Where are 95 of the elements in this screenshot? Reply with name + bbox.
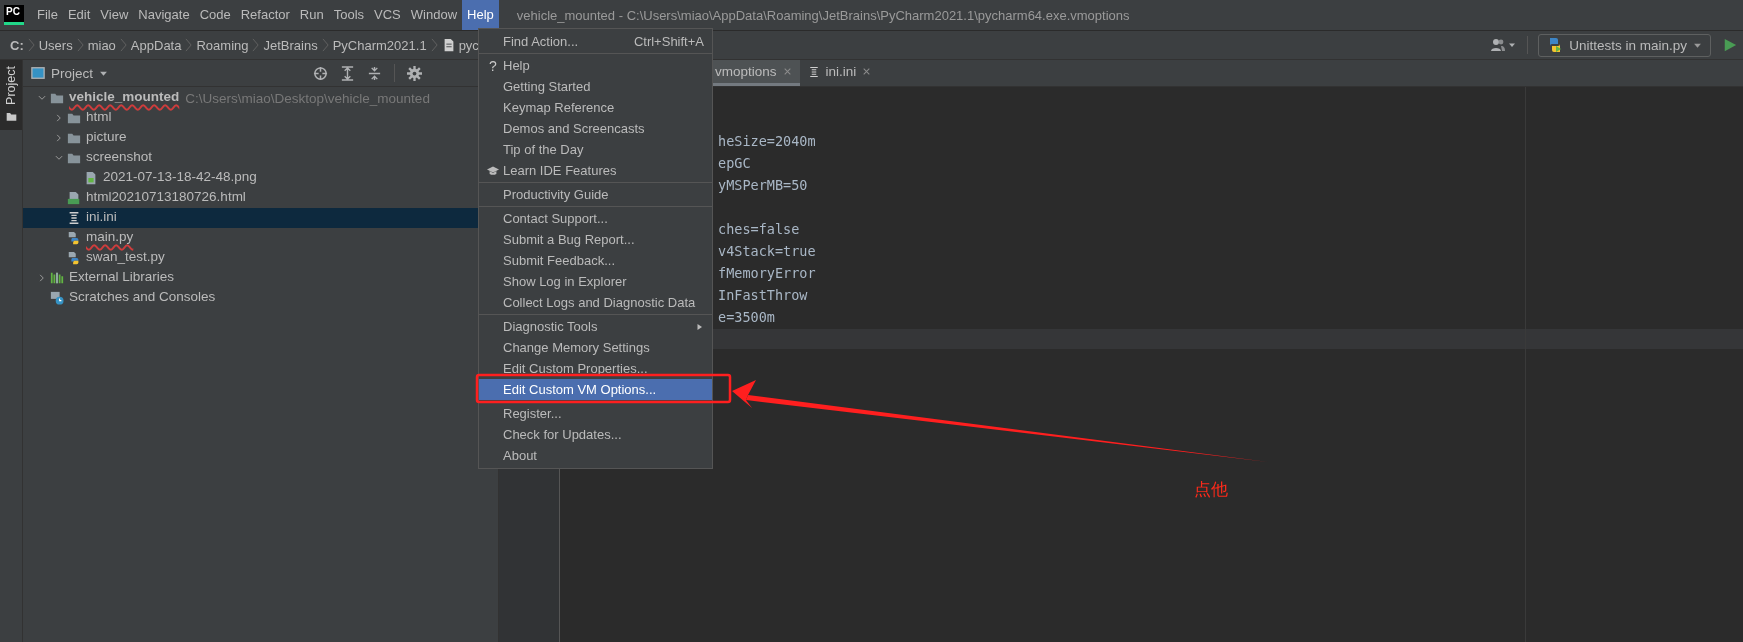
tab-label: ini.ini xyxy=(825,64,857,79)
menu-entry[interactable]: Edit Custom Properties... xyxy=(479,358,712,379)
menu-entry[interactable]: Edit Custom VM Options... xyxy=(479,379,712,400)
menu-entry[interactable]: Diagnostic Tools xyxy=(479,316,712,337)
code-line: v4Stack=true xyxy=(718,243,816,259)
menu-entry[interactable]: Productivity Guide xyxy=(479,184,712,205)
tree-item-label: picture xyxy=(86,130,127,146)
breadcrumb[interactable]: AppData xyxy=(130,37,182,53)
folder-icon xyxy=(67,111,81,125)
menu-entry[interactable]: About xyxy=(479,445,712,466)
menu-item[interactable]: View xyxy=(95,0,134,30)
chevron-down-icon[interactable] xyxy=(53,153,64,163)
menu-item[interactable]: VCS xyxy=(369,0,406,30)
chevron-right-icon xyxy=(321,38,329,52)
chevron-right-icon xyxy=(252,38,260,52)
code-line: InFastThrow xyxy=(718,287,808,303)
code-line: fMemoryError xyxy=(718,265,816,281)
project-tool-tab[interactable]: Project xyxy=(0,60,22,130)
code-line: yMSPerMB=50 xyxy=(718,177,808,193)
scratch-icon xyxy=(50,291,64,305)
menu-item[interactable]: Code xyxy=(194,0,236,30)
tree-item-label: vehicle_mounted xyxy=(69,90,180,106)
tree-item-label: ini.ini xyxy=(86,210,117,226)
project-path: C:\Users\miao\Desktop\vehicle_mounted xyxy=(185,90,430,106)
panel-title[interactable]: Project xyxy=(51,65,94,81)
tree-item-label: html20210713180726.html xyxy=(86,190,246,206)
menu-entry[interactable]: ? Help xyxy=(479,55,712,76)
tree-item-label: External Libraries xyxy=(69,270,175,286)
chevron-down-icon[interactable] xyxy=(36,93,47,103)
tree-item-label: screenshot xyxy=(86,150,153,166)
breadcrumb[interactable]: Users xyxy=(38,37,73,53)
breadcrumb[interactable]: PyCharm2021.1 xyxy=(332,37,427,53)
chevron-right-icon xyxy=(430,38,438,52)
menu-item[interactable]: Navigate xyxy=(133,0,195,30)
annotation-label: 点他 xyxy=(1194,478,1228,501)
menu-item[interactable]: Tools xyxy=(328,0,370,30)
breadcrumb[interactable]: C: xyxy=(10,37,24,53)
tree-item-label: html xyxy=(86,110,112,126)
shortcut-label: Ctrl+Shift+A xyxy=(633,34,704,49)
editor-tab[interactable]: ini.ini xyxy=(799,60,880,86)
menu-item[interactable]: Window xyxy=(405,0,463,30)
python-file-icon xyxy=(67,231,81,245)
run-configuration-dropdown[interactable]: Unittests in main.py xyxy=(1538,33,1711,57)
menu-entry[interactable]: Change Memory Settings xyxy=(479,337,712,358)
breadcrumb[interactable]: miao xyxy=(87,37,116,53)
app-logo: PC xyxy=(4,5,24,25)
menu-item[interactable]: File xyxy=(32,0,63,30)
chevron-right-icon xyxy=(27,38,35,52)
tree-item-label: 2021-07-13-18-42-48.png xyxy=(103,170,257,186)
folder-icon xyxy=(5,110,17,122)
library-icon xyxy=(50,271,64,285)
run-configuration-label: Unittests in main.py xyxy=(1569,37,1687,53)
users-icon xyxy=(1490,37,1507,53)
run-play-icon[interactable] xyxy=(1723,37,1737,53)
menu-entry[interactable]: Check for Updates... xyxy=(479,424,712,445)
chevron-right-icon xyxy=(185,38,193,52)
image-file-icon xyxy=(84,171,98,185)
python-file-icon xyxy=(67,251,81,265)
collapse-all-icon[interactable] xyxy=(367,65,382,81)
help-glyph: ? xyxy=(489,57,497,74)
code-line: heSize=2040m xyxy=(718,133,816,149)
code-line: e=3500m xyxy=(718,309,775,325)
breadcrumb-label: pyc xyxy=(458,37,479,53)
html-file-icon xyxy=(67,191,81,205)
code-line: epGC xyxy=(718,155,751,171)
menu-item[interactable]: Edit xyxy=(62,0,96,30)
breadcrumb[interactable]: JetBrains xyxy=(263,37,318,53)
menu-entry[interactable]: Register... xyxy=(479,403,712,424)
mortarboard-icon xyxy=(486,164,500,177)
chevron-right-icon xyxy=(119,38,127,52)
caret-down-icon xyxy=(1508,41,1517,49)
expand-all-icon[interactable] xyxy=(340,65,355,81)
chevron-right-icon xyxy=(76,38,84,52)
menu-item[interactable]: Help xyxy=(462,0,499,30)
crosshair-icon[interactable] xyxy=(313,65,328,81)
breadcrumb[interactable]: Roaming xyxy=(196,37,249,53)
tree-item-label: main.py xyxy=(86,230,134,246)
text-lines-icon xyxy=(807,65,820,78)
tab-label: vmoptions xyxy=(715,64,777,79)
settings-icon[interactable] xyxy=(407,65,422,81)
folder-icon xyxy=(67,151,81,165)
window-title: vehicle_mounted - C:\Users\miao\AppData\Roaming\JetBrains\PyCharm2021.1\pycharm64.exe.vmoptions xyxy=(516,7,1130,23)
menu-item[interactable]: Refactor xyxy=(235,0,295,30)
close-icon[interactable] xyxy=(862,67,872,76)
breadcrumb[interactable]: pyc xyxy=(441,37,479,53)
menu-item[interactable]: Run xyxy=(294,0,329,30)
folder-icon xyxy=(50,91,64,105)
window-icon xyxy=(31,66,45,80)
menu-entry[interactable]: Find Action... Ctrl+Shift+A xyxy=(479,31,712,52)
code-line: ches=false xyxy=(718,221,800,237)
text-lines-icon xyxy=(67,211,81,225)
tree-item-label: Scratches and Consoles xyxy=(69,290,216,306)
close-icon[interactable] xyxy=(782,67,792,76)
folder-icon xyxy=(67,131,81,145)
tree-item-label: swan_test.py xyxy=(86,250,165,266)
